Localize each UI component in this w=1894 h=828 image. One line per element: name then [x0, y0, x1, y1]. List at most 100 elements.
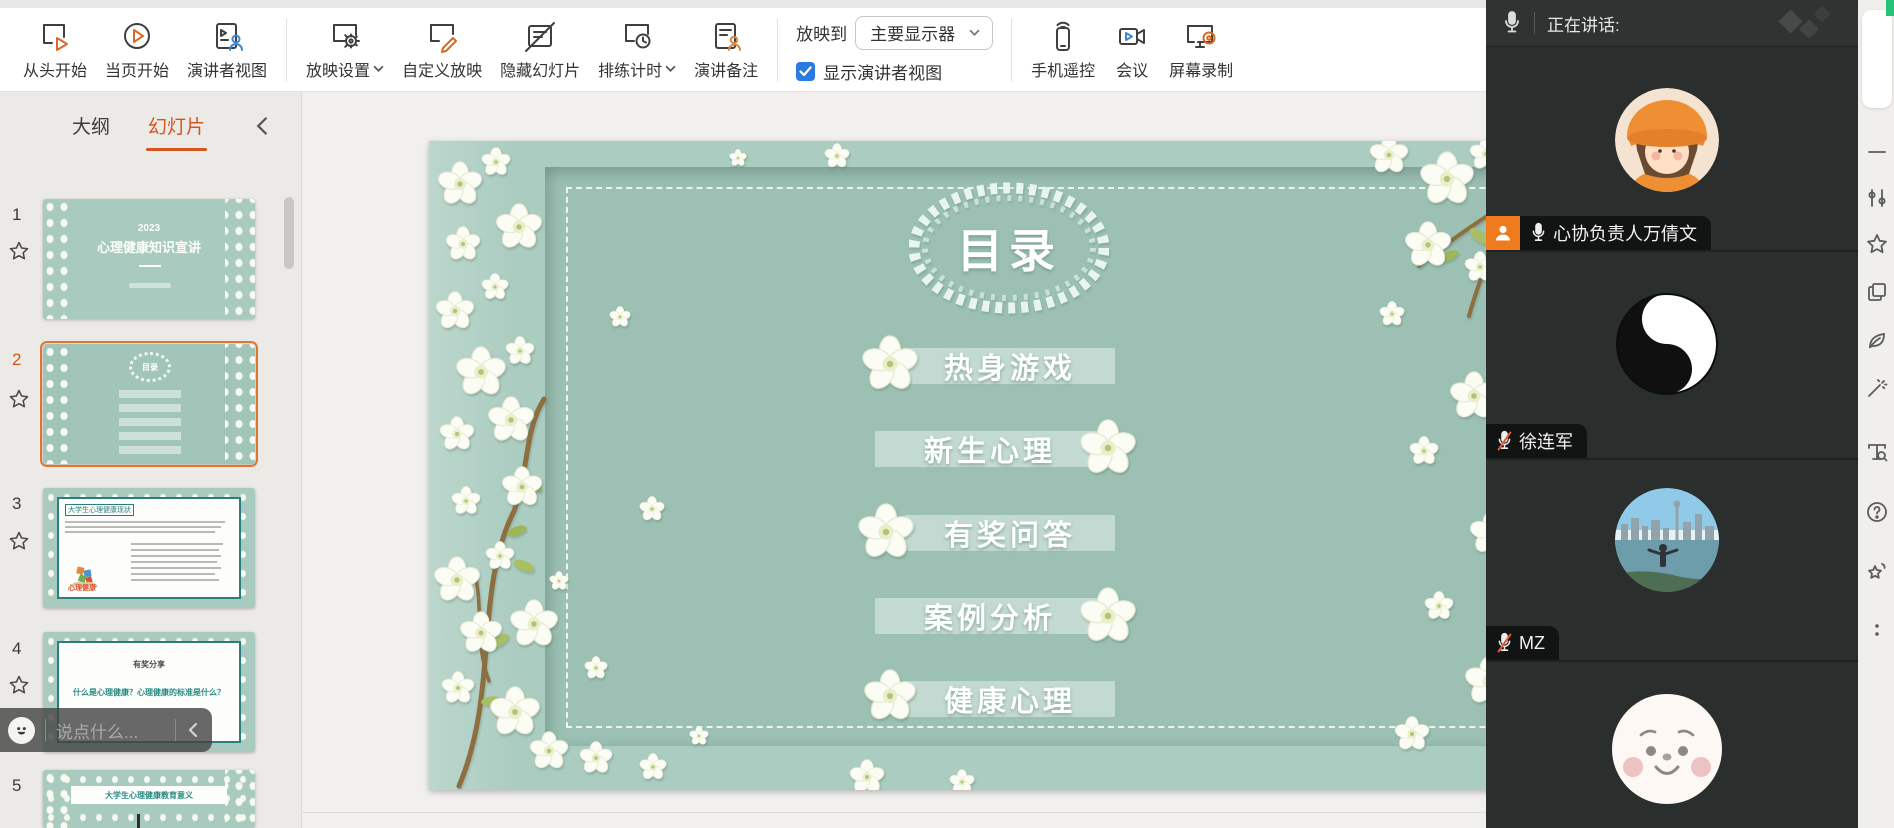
thumb2-item-band — [119, 404, 181, 412]
slide-number: 2 — [12, 350, 21, 370]
slide-thumbnail-5[interactable]: 大学生心理健康教育意义 — [43, 770, 255, 828]
phone-remote-button[interactable]: 手机遥控 — [1031, 19, 1095, 81]
custom-show-button[interactable]: 自定义放映 — [402, 19, 482, 81]
chat-input[interactable]: 说点什么... — [56, 718, 165, 743]
show-settings-icon — [326, 19, 364, 55]
rehearse-timing-button[interactable]: 排练计时 — [598, 19, 676, 81]
flower-decoration — [459, 611, 503, 655]
flower-decoration — [439, 416, 475, 452]
emoji-button[interactable] — [8, 717, 35, 744]
meeting-button[interactable]: 会议 — [1113, 19, 1151, 81]
slide-thumbnail-1[interactable]: 2023 心理健康知识宣讲 — [43, 199, 255, 319]
presenter-view-button[interactable]: 演讲者视图 — [187, 19, 267, 81]
start-from-current-button[interactable]: 当页开始 — [105, 19, 169, 81]
collapse-icon[interactable] — [1865, 140, 1889, 164]
flower-decoration — [435, 291, 475, 331]
toolbar-divider — [1011, 19, 1012, 81]
flower-decoration — [481, 273, 509, 301]
favorite-star-icon[interactable] — [1865, 232, 1889, 256]
editor-canvas[interactable]: 目录 热身游戏 新生心理 有奖问答 案例分析 健康心理 — [302, 92, 1486, 828]
floral-edge — [225, 199, 255, 319]
find-replace-icon[interactable] — [1865, 440, 1889, 464]
avatar — [1611, 693, 1723, 805]
tab-slides[interactable]: 幻灯片 — [148, 112, 205, 145]
copy-layers-icon[interactable] — [1865, 280, 1889, 304]
participant-tile[interactable]: 心协负责人万倩文 — [1486, 47, 1858, 250]
display-monitor-dropdown[interactable]: 主要显示器 — [855, 16, 993, 50]
participant-tile[interactable]: 徐连军 — [1486, 252, 1858, 458]
thumb2-item-band — [119, 432, 181, 440]
meeting-sidebar: 正在讲话: — [1486, 0, 1858, 828]
show-presenter-view-checkbox[interactable] — [796, 62, 815, 81]
thumb2-item-band — [119, 446, 181, 454]
hide-slide-icon — [521, 19, 559, 55]
slide-title: 目录 — [909, 215, 1109, 281]
start-from-beginning-button[interactable]: 从头开始 — [23, 19, 87, 81]
flower-decoration — [485, 541, 515, 571]
flower-decoration — [1369, 141, 1409, 175]
current-slide-canvas[interactable]: 目录 热身游戏 新生心理 有奖问答 案例分析 健康心理 — [429, 141, 1586, 790]
button-label: 隐藏幻灯片 — [500, 57, 580, 81]
flower-decoration — [861, 335, 919, 393]
chevron-down-icon — [969, 29, 980, 36]
flower-decoration — [529, 731, 569, 771]
participant-tile[interactable]: MZ — [1486, 460, 1858, 660]
participant-tile[interactable] — [1486, 662, 1858, 828]
adjust-sliders-icon[interactable] — [1865, 186, 1889, 210]
hide-slide-button[interactable]: 隐藏幻灯片 — [500, 19, 580, 81]
flower-decoration — [729, 149, 747, 167]
speaking-now-label: 正在讲话: — [1547, 11, 1620, 36]
leaf-theme-icon[interactable] — [1865, 328, 1889, 352]
slide-thumbnail-2-selected[interactable]: 目录 — [43, 344, 255, 464]
checkbox-label: 显示演讲者视图 — [823, 59, 942, 84]
flower-decoration — [1079, 587, 1137, 645]
favorite-star-icon[interactable] — [8, 530, 30, 552]
custom-show-icon — [423, 19, 461, 55]
phone-remote-icon — [1044, 19, 1082, 55]
panel-scrollbar-thumb[interactable] — [284, 197, 294, 269]
flower-decoration — [549, 571, 569, 591]
speaker-notes-button[interactable]: 演讲备注 — [694, 19, 758, 81]
toc-item-1[interactable]: 热身游戏 — [905, 348, 1115, 384]
flower-decoration — [441, 671, 475, 705]
collapse-panel-icon[interactable] — [253, 116, 271, 136]
favorite-star-icon[interactable] — [8, 240, 30, 262]
help-icon[interactable] — [1865, 500, 1889, 524]
floral-edge — [43, 199, 73, 319]
avatar — [1615, 88, 1719, 192]
toolbar-divider — [777, 19, 778, 81]
effects-star-icon[interactable] — [1865, 560, 1889, 584]
tab-outline[interactable]: 大纲 — [72, 112, 110, 145]
magic-wand-icon[interactable] — [1865, 376, 1889, 400]
flower-decoration — [495, 203, 543, 251]
cursor-mark — [137, 814, 140, 828]
button-label: 屏幕录制 — [1169, 57, 1233, 81]
toc-item-3[interactable]: 有奖问答 — [905, 515, 1115, 551]
participant-nametag: MZ — [1486, 626, 1559, 660]
slide-title-wreath[interactable]: 目录 — [909, 181, 1109, 316]
favorite-star-icon[interactable] — [8, 388, 30, 410]
favorite-star-icon[interactable] — [8, 674, 30, 696]
slide-number: 3 — [12, 494, 21, 514]
wps-presentation-window: 从头开始 当页开始 演讲者视图 放映设置 — [0, 0, 1894, 828]
more-dots-icon[interactable] — [1865, 618, 1889, 642]
slide-number: 1 — [12, 205, 21, 225]
play-from-start-icon — [36, 19, 74, 55]
mic-on-icon — [1530, 222, 1547, 244]
slideshow-settings-button[interactable]: 放映设置 — [306, 19, 384, 81]
toc-item-2[interactable]: 新生心理 — [875, 431, 1105, 467]
flower-decoration — [849, 759, 885, 790]
watermark-logo — [1799, 19, 1819, 39]
floral-edge — [43, 770, 73, 828]
screen-record-button[interactable]: 屏幕录制 — [1169, 19, 1233, 81]
toc-item-5[interactable]: 健康心理 — [905, 681, 1115, 717]
floral-edge — [225, 770, 255, 828]
avatar — [1615, 488, 1719, 592]
thumb1-year: 2023 — [43, 223, 255, 234]
person-icon — [1493, 223, 1513, 243]
slide-thumbnail-3[interactable]: 大学生心理健康现状 心理健康 — [43, 488, 255, 608]
rail-floating-card — [1862, 10, 1892, 108]
toc-item-4[interactable]: 案例分析 — [875, 598, 1105, 634]
collapse-chat-icon[interactable] — [186, 722, 200, 738]
flower-decoration — [639, 753, 667, 781]
